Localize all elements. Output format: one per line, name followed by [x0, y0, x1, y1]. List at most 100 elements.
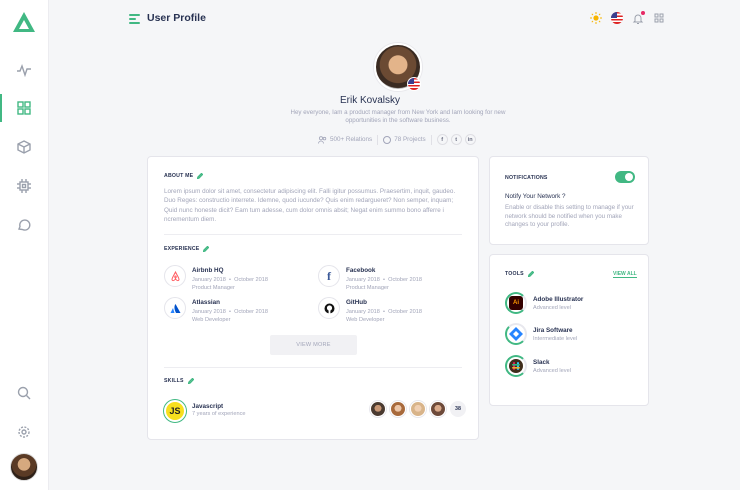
projects-stat[interactable]: 78 Projects	[383, 135, 426, 144]
about-text: Lorem ipsum dolor sit amet, consectetur …	[164, 188, 456, 224]
atlassian-icon	[164, 297, 186, 319]
sun-icon[interactable]	[590, 12, 602, 24]
experience-company: Facebook	[346, 267, 376, 274]
menu-icon[interactable]	[129, 13, 140, 24]
view-all-link[interactable]: VIEW ALL	[613, 271, 637, 278]
experience-company: GitHub	[346, 299, 367, 306]
jira-icon	[509, 327, 523, 341]
tool-level: Intermediate level	[533, 335, 578, 342]
experience-role: Web Developer	[346, 317, 385, 323]
skill-experience: 7 years of experience	[192, 411, 246, 417]
endorser-avatar[interactable]	[370, 401, 386, 417]
experience-role: Product Manager	[192, 285, 235, 291]
experience-company: Airbnb HQ	[192, 267, 224, 274]
endorsers-more-count[interactable]: 38	[450, 401, 466, 417]
tool-name: Slack	[533, 358, 550, 366]
us-flag-icon[interactable]	[611, 12, 623, 24]
facebook-social-icon[interactable]: f	[436, 134, 448, 145]
cpu-icon[interactable]	[17, 179, 31, 193]
profile-stats: 500+ Relations 78 Projects f t in	[318, 134, 479, 145]
activity-icon[interactable]	[17, 63, 31, 77]
experience-section-title: EXPERIENCE	[164, 245, 210, 253]
experience-role: Product Manager	[346, 285, 389, 291]
experience-item[interactable]: GitHub January 2018 • October 2018 Web D…	[318, 297, 422, 323]
tool-name: Adobe Illustrator	[533, 295, 584, 303]
notification-dot	[641, 11, 645, 15]
twitter-social-icon[interactable]: t	[450, 134, 462, 145]
profile-name-row: Erik Kovalsky	[0, 95, 740, 106]
tools-title: TOOLS	[505, 271, 524, 277]
tool-progress-ring: Ai	[505, 292, 527, 314]
experience-dates: January 2018 • October 2018	[192, 277, 268, 283]
experience-item[interactable]: Airbnb HQ January 2018 • October 2018 Pr…	[164, 265, 268, 291]
linkedin-social-icon[interactable]: in	[464, 134, 476, 145]
edit-experience-pencil-icon[interactable]	[202, 245, 210, 253]
tool-name: Jira Software	[533, 326, 573, 334]
stats-separator	[377, 134, 379, 145]
settings-gear-icon[interactable]	[17, 425, 31, 439]
notify-description: Enable or disable this setting to manage…	[505, 204, 634, 229]
edit-skills-pencil-icon[interactable]	[187, 377, 195, 385]
about-title: ABOUT ME	[164, 173, 194, 179]
endorsers-group[interactable]: 38	[370, 401, 466, 417]
profile-name: Erik Kovalsky	[339, 95, 400, 106]
github-icon	[318, 297, 340, 319]
check-circle-icon	[383, 135, 392, 144]
profile-bio: Hey everyone, Iam a product manager from…	[290, 109, 506, 125]
adobe-illustrator-icon: Ai	[509, 296, 523, 310]
airbnb-icon	[164, 265, 186, 287]
notifications-title: NOTIFICATIONS	[505, 175, 548, 181]
tools-card: TOOLS VIEW ALL Ai Adobe Illustrator Adva…	[489, 254, 649, 406]
tool-level: Advanced level	[533, 304, 571, 311]
relations-count: 500+ Relations	[330, 136, 373, 143]
endorser-avatar[interactable]	[390, 401, 406, 417]
users-icon	[318, 135, 327, 144]
search-icon[interactable]	[17, 386, 31, 400]
skills-section-title: SKILLS	[164, 377, 195, 385]
experience-title: EXPERIENCE	[164, 246, 200, 252]
app-logo-icon[interactable]	[13, 12, 35, 32]
javascript-icon: JS	[164, 400, 186, 422]
skills-title: SKILLS	[164, 378, 184, 384]
profile-main-card: ABOUT ME Lorem ipsum dolor sit amet, con…	[147, 156, 479, 440]
experience-company: Atlassian	[192, 299, 220, 306]
view-more-button[interactable]: VIEW MORE	[270, 335, 357, 355]
box-icon[interactable]	[17, 140, 31, 154]
projects-count: 78 Projects	[394, 136, 426, 143]
edit-tools-pencil-icon[interactable]	[527, 270, 535, 278]
user-avatar[interactable]	[10, 453, 38, 481]
endorser-avatar[interactable]	[410, 401, 426, 417]
notify-network-toggle[interactable]	[615, 171, 635, 183]
message-circle-icon[interactable]	[17, 218, 31, 232]
page-title: User Profile	[147, 12, 206, 24]
slack-icon	[509, 359, 523, 373]
experience-item[interactable]: f Facebook January 2018 • October 2018 P…	[318, 265, 422, 291]
stats-separator	[430, 134, 432, 145]
experience-dates: January 2018 • October 2018	[192, 309, 268, 315]
experience-dates: January 2018 • October 2018	[346, 309, 422, 315]
section-divider	[164, 234, 462, 235]
notify-question: Notify Your Network ?	[505, 193, 566, 200]
tools-section-title: TOOLS	[505, 270, 535, 278]
tool-progress-ring	[505, 355, 527, 377]
about-section-title: ABOUT ME	[164, 172, 204, 180]
experience-dates: January 2018 • October 2018	[346, 277, 422, 283]
apps-grid-icon[interactable]	[653, 12, 665, 24]
relations-stat[interactable]: 500+ Relations	[318, 135, 373, 144]
tool-item[interactable]: Slack Advanced level	[505, 355, 571, 377]
facebook-icon: f	[318, 265, 340, 287]
experience-role: Web Developer	[192, 317, 231, 323]
skill-name: Javascript	[192, 403, 224, 410]
tool-level: Advanced level	[533, 367, 571, 374]
tool-item[interactable]: Jira Software Intermediate level	[505, 323, 577, 345]
tool-progress-ring	[505, 323, 527, 345]
edit-about-pencil-icon[interactable]	[196, 172, 204, 180]
notifications-card: NOTIFICATIONS Notify Your Network ? Enab…	[489, 156, 649, 245]
tool-item[interactable]: Ai Adobe Illustrator Advanced level	[505, 292, 583, 314]
section-divider	[164, 367, 462, 368]
bell-icon[interactable]	[632, 11, 645, 24]
endorser-avatar[interactable]	[430, 401, 446, 417]
sidebar	[0, 0, 49, 490]
avatar-us-flag-icon	[407, 77, 421, 91]
experience-item[interactable]: Atlassian January 2018 • October 2018 We…	[164, 297, 268, 323]
